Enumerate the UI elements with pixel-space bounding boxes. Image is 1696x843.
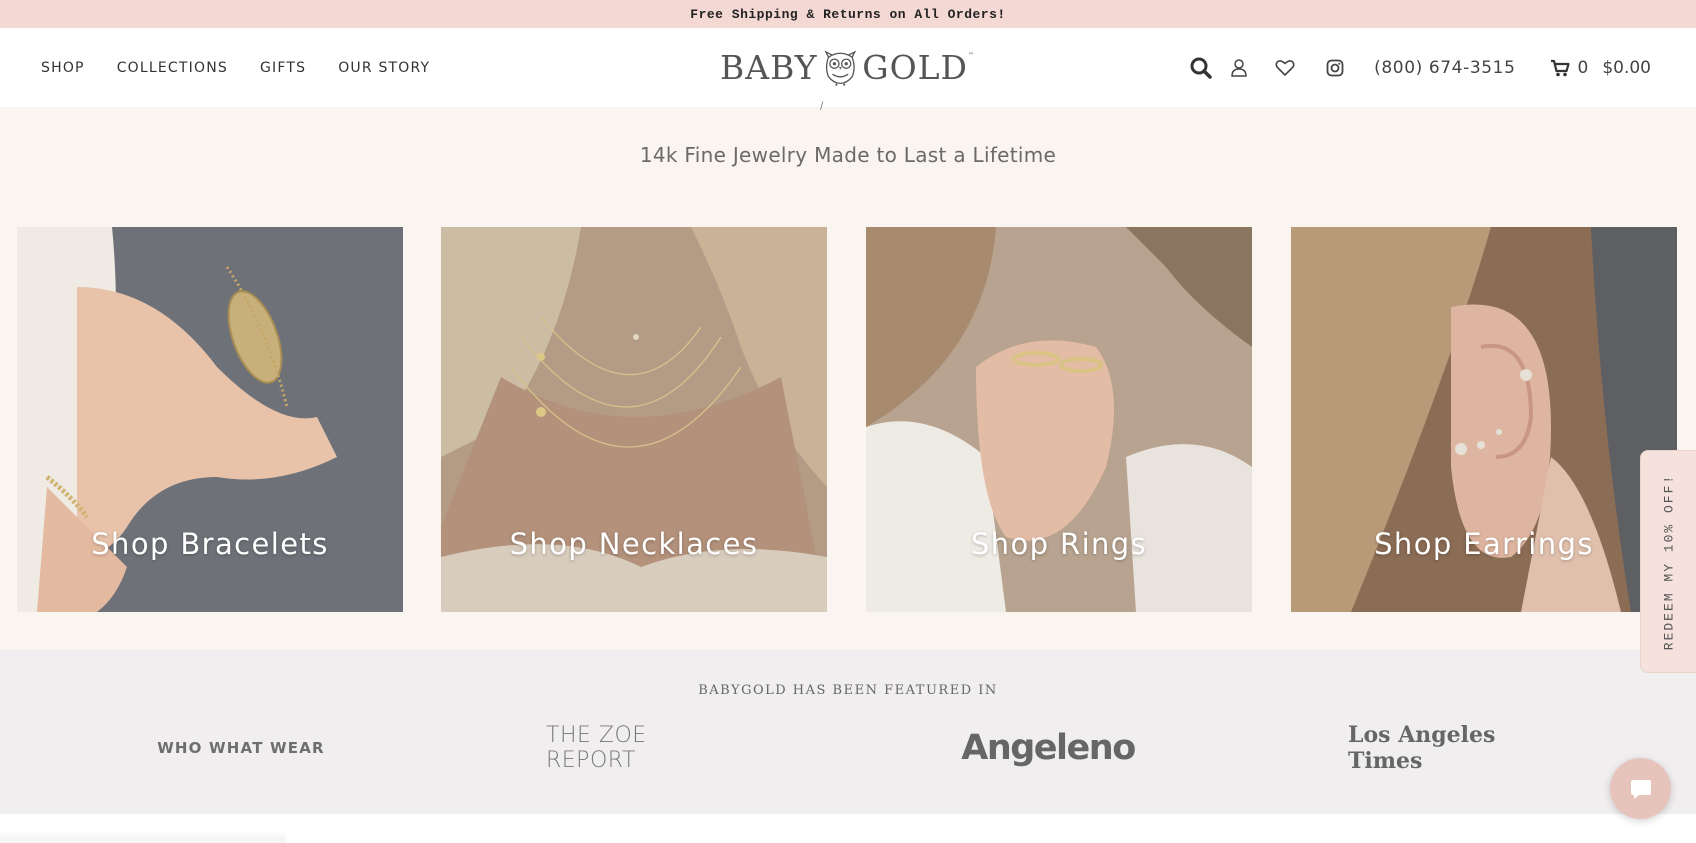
tile-label: Shop Earrings	[1374, 527, 1594, 561]
press-logo-angeleno: Angeleno	[961, 728, 1136, 768]
phone-number[interactable]: (800) 674-3515	[1374, 58, 1515, 78]
redeem-discount-tab[interactable]: REDEEM MY 10% OFF!	[1640, 450, 1696, 673]
tile-shop-necklaces[interactable]: Shop Necklaces	[441, 227, 827, 612]
tile-shop-earrings[interactable]: Shop Earrings	[1291, 227, 1677, 612]
tile-shop-bracelets[interactable]: Shop Bracelets	[17, 227, 403, 612]
breadcrumb-fragment: /	[820, 99, 824, 113]
bottom-popup-edge	[0, 837, 285, 843]
cart-button[interactable]: 0 $0.00	[1550, 57, 1651, 78]
featured-title: BABYGOLD HAS BEEN FEATURED IN	[698, 683, 998, 698]
site-header: SHOP COLLECTIONS GIFTS OUR STORY BABY GO…	[0, 28, 1696, 107]
redeem-text: REDEEM MY 10% OFF!	[1661, 473, 1676, 650]
featured-in-section: BABYGOLD HAS BEEN FEATURED IN WHO WHAT W…	[0, 650, 1696, 814]
cart-total: $0.00	[1602, 57, 1651, 78]
chat-bubble-icon	[1630, 779, 1651, 799]
tile-label: Shop Necklaces	[509, 527, 759, 561]
cart-count: 0	[1577, 57, 1589, 78]
tile-label: Shop Bracelets	[91, 527, 329, 561]
hero-tagline: 14k Fine Jewelry Made to Last a Lifetime	[639, 143, 1057, 167]
site-logo[interactable]: BABY GOLD ™	[720, 36, 974, 98]
header-actions: (800) 674-3515 0 $0.00	[1190, 28, 1696, 107]
wishlist-heart-icon[interactable]	[1274, 57, 1296, 79]
press-logo-la-times: Los Angeles Times	[1348, 722, 1496, 774]
owl-logo-icon	[824, 50, 856, 86]
instagram-icon[interactable]	[1324, 57, 1346, 79]
press-logo-who-what-wear: WHO WHAT WEAR	[157, 739, 325, 757]
promo-bar: Free Shipping & Returns on All Orders!	[0, 0, 1696, 28]
logo-word-baby: BABY	[720, 47, 818, 87]
main-nav: SHOP COLLECTIONS GIFTS OUR STORY	[41, 28, 462, 107]
search-icon[interactable]	[1190, 57, 1212, 79]
tile-label: Shop Rings	[970, 527, 1148, 561]
cart-icon	[1550, 59, 1570, 76]
chat-launcher-button[interactable]	[1610, 758, 1671, 819]
tile-shop-rings[interactable]: Shop Rings	[866, 227, 1252, 612]
promo-text: Free Shipping & Returns on All Orders!	[690, 6, 1006, 22]
logo-trademark: ™	[968, 52, 974, 59]
account-icon[interactable]	[1228, 57, 1250, 79]
nav-shop[interactable]: SHOP	[41, 60, 85, 76]
category-hero: / 14k Fine Jewelry Made to Last a Lifeti…	[0, 99, 1696, 650]
nav-our-story[interactable]: OUR STORY	[338, 60, 430, 76]
logo-word-gold: GOLD	[862, 47, 968, 87]
nav-gifts[interactable]: GIFTS	[260, 60, 306, 76]
nav-collections[interactable]: COLLECTIONS	[117, 60, 228, 76]
press-logo-zoe-report: THE ZOE REPORT	[546, 723, 647, 773]
